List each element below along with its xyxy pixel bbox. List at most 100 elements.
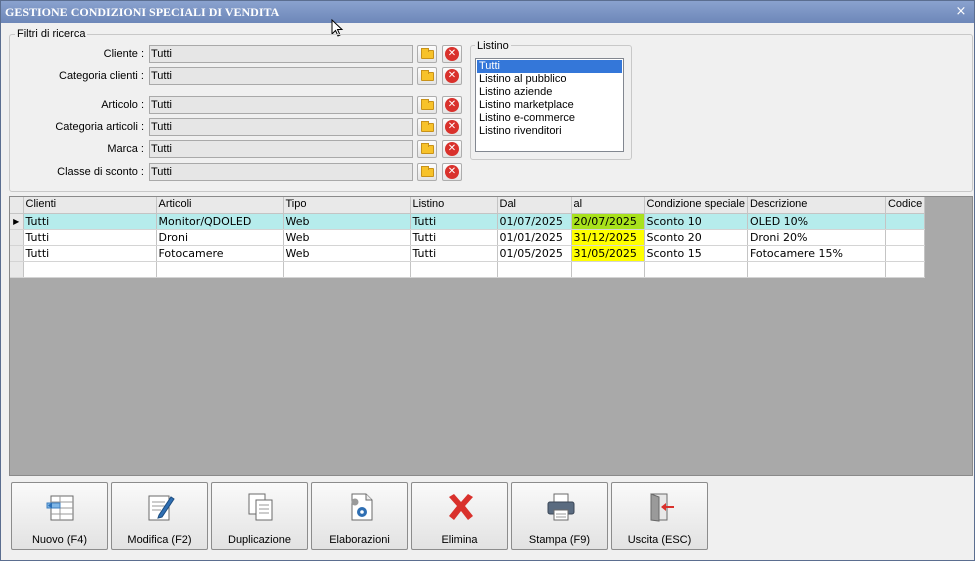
table-row[interactable]: ▶ Tutti Monitor/QDOLED Web Tutti 01/07/2… bbox=[10, 213, 926, 230]
filter-label: Articolo : bbox=[101, 99, 144, 111]
table-row[interactable]: Tutti Fotocamere Web Tutti 01/05/2025 31… bbox=[10, 245, 926, 262]
table-cell[interactable]: Droni bbox=[156, 229, 284, 246]
cliente-field[interactable]: Tutti bbox=[149, 45, 413, 63]
listino-legend: Listino bbox=[475, 40, 511, 52]
edit-icon bbox=[148, 495, 175, 521]
table-cell[interactable]: Tutti bbox=[23, 213, 157, 230]
classe-sconto-clear-button[interactable]: ✕ bbox=[442, 163, 462, 181]
current-row-indicator-icon: ▶ bbox=[10, 213, 24, 230]
marca-clear-button[interactable]: ✕ bbox=[442, 140, 462, 158]
elimina-button-label: Elimina bbox=[441, 534, 478, 546]
listino-listbox[interactable]: Tutti Listino al pubblico Listino aziend… bbox=[475, 58, 624, 152]
table-cell[interactable] bbox=[644, 261, 748, 278]
folder-icon bbox=[421, 121, 434, 132]
marca-browse-button[interactable] bbox=[417, 140, 437, 158]
row-indicator bbox=[10, 261, 24, 278]
conditions-grid[interactable]: Clienti Articoli Tipo Listino Dal al Con… bbox=[9, 196, 973, 476]
table-cell[interactable] bbox=[283, 261, 411, 278]
categoria-clienti-browse-button[interactable] bbox=[417, 67, 437, 85]
table-cell[interactable]: 31/05/2025 bbox=[571, 245, 645, 262]
categoria-clienti-field[interactable]: Tutti bbox=[149, 67, 413, 85]
table-cell[interactable] bbox=[497, 261, 572, 278]
table-cell[interactable] bbox=[156, 261, 284, 278]
table-cell[interactable] bbox=[885, 229, 926, 246]
column-header[interactable]: Dal bbox=[497, 197, 572, 214]
table-cell[interactable]: Tutti bbox=[410, 229, 498, 246]
classe-sconto-field[interactable]: Tutti bbox=[149, 163, 413, 181]
column-header[interactable]: Tipo bbox=[283, 197, 411, 214]
column-header[interactable]: Descrizione bbox=[747, 197, 886, 214]
cliente-browse-button[interactable] bbox=[417, 45, 437, 63]
table-cell[interactable]: Tutti bbox=[410, 245, 498, 262]
classe-sconto-browse-button[interactable] bbox=[417, 163, 437, 181]
categoria-articoli-field[interactable]: Tutti bbox=[149, 118, 413, 136]
table-cell[interactable]: Tutti bbox=[23, 245, 157, 262]
cliente-clear-button[interactable]: ✕ bbox=[442, 45, 462, 63]
table-cell[interactable]: Droni 20% bbox=[747, 229, 886, 246]
table-cell[interactable]: Sconto 10 bbox=[644, 213, 748, 230]
elimina-button[interactable]: Elimina bbox=[411, 482, 508, 550]
print-icon bbox=[547, 493, 575, 521]
table-cell[interactable]: Fotocamere 15% bbox=[747, 245, 886, 262]
close-icon[interactable]: × bbox=[954, 1, 968, 23]
nuovo-button[interactable]: Nuovo (F4) bbox=[11, 482, 108, 550]
table-cell[interactable]: Sconto 20 bbox=[644, 229, 748, 246]
table-cell[interactable]: Tutti bbox=[23, 229, 157, 246]
exit-icon bbox=[650, 493, 674, 522]
table-cell[interactable]: Tutti bbox=[410, 213, 498, 230]
categoria-articoli-clear-button[interactable]: ✕ bbox=[442, 118, 462, 136]
marca-field[interactable]: Tutti bbox=[149, 140, 413, 158]
articolo-browse-button[interactable] bbox=[417, 96, 437, 114]
table-cell[interactable] bbox=[885, 213, 926, 230]
column-header[interactable]: Condizione speciale bbox=[644, 197, 748, 214]
uscita-button[interactable]: Uscita (ESC) bbox=[611, 482, 708, 550]
column-header[interactable]: al bbox=[571, 197, 645, 214]
listino-item[interactable]: Listino e-commerce bbox=[477, 112, 622, 125]
modifica-button[interactable]: Modifica (F2) bbox=[111, 482, 208, 550]
table-cell[interactable]: 31/12/2025 bbox=[571, 229, 645, 246]
table-cell[interactable] bbox=[885, 245, 926, 262]
table-cell[interactable] bbox=[885, 261, 926, 278]
table-cell[interactable]: Web bbox=[283, 229, 411, 246]
nuovo-button-label: Nuovo (F4) bbox=[31, 534, 88, 546]
table-cell[interactable]: 01/05/2025 bbox=[497, 245, 572, 262]
listino-item[interactable]: Listino al pubblico bbox=[477, 73, 622, 86]
row-indicator bbox=[10, 229, 24, 246]
column-header[interactable]: Clienti bbox=[23, 197, 157, 214]
listino-item[interactable]: Listino marketplace bbox=[477, 99, 622, 112]
duplicate-icon bbox=[248, 493, 273, 521]
articolo-field[interactable]: Tutti bbox=[149, 96, 413, 114]
categoria-articoli-browse-button[interactable] bbox=[417, 118, 437, 136]
clear-icon: ✕ bbox=[445, 47, 459, 61]
table-cell[interactable]: Sconto 15 bbox=[644, 245, 748, 262]
listino-item[interactable]: Listino rivenditori bbox=[477, 125, 622, 138]
table-cell[interactable] bbox=[23, 261, 157, 278]
articolo-clear-button[interactable]: ✕ bbox=[442, 96, 462, 114]
column-header[interactable]: Articoli bbox=[156, 197, 284, 214]
table-cell[interactable] bbox=[747, 261, 886, 278]
table-cell[interactable]: 20/07/2025 bbox=[571, 213, 645, 230]
table-cell[interactable]: 01/01/2025 bbox=[497, 229, 572, 246]
new-row[interactable] bbox=[10, 261, 926, 278]
column-header[interactable]: Listino bbox=[410, 197, 498, 214]
duplicazione-button[interactable]: Duplicazione bbox=[211, 482, 308, 550]
table-cell[interactable]: Fotocamere bbox=[156, 245, 284, 262]
table-cell[interactable] bbox=[410, 261, 498, 278]
folder-icon bbox=[421, 166, 434, 177]
listino-item[interactable]: Listino aziende bbox=[477, 86, 622, 99]
table-cell[interactable]: Web bbox=[283, 213, 411, 230]
table-cell[interactable]: Web bbox=[283, 245, 411, 262]
table-cell[interactable]: 01/07/2025 bbox=[497, 213, 572, 230]
categoria-clienti-clear-button[interactable]: ✕ bbox=[442, 67, 462, 85]
filter-label: Categoria clienti : bbox=[59, 70, 144, 82]
table-cell[interactable] bbox=[571, 261, 645, 278]
table-cell[interactable]: Monitor/QDOLED bbox=[156, 213, 284, 230]
clear-icon: ✕ bbox=[445, 120, 459, 134]
table-cell[interactable]: OLED 10% bbox=[747, 213, 886, 230]
column-header[interactable]: Codice bbox=[885, 197, 926, 214]
clear-icon: ✕ bbox=[445, 69, 459, 83]
table-row[interactable]: Tutti Droni Web Tutti 01/01/2025 31/12/2… bbox=[10, 229, 926, 246]
stampa-button[interactable]: Stampa (F9) bbox=[511, 482, 608, 550]
elaborazioni-button[interactable]: Elaborazioni bbox=[311, 482, 408, 550]
listino-item[interactable]: Tutti bbox=[477, 60, 622, 73]
